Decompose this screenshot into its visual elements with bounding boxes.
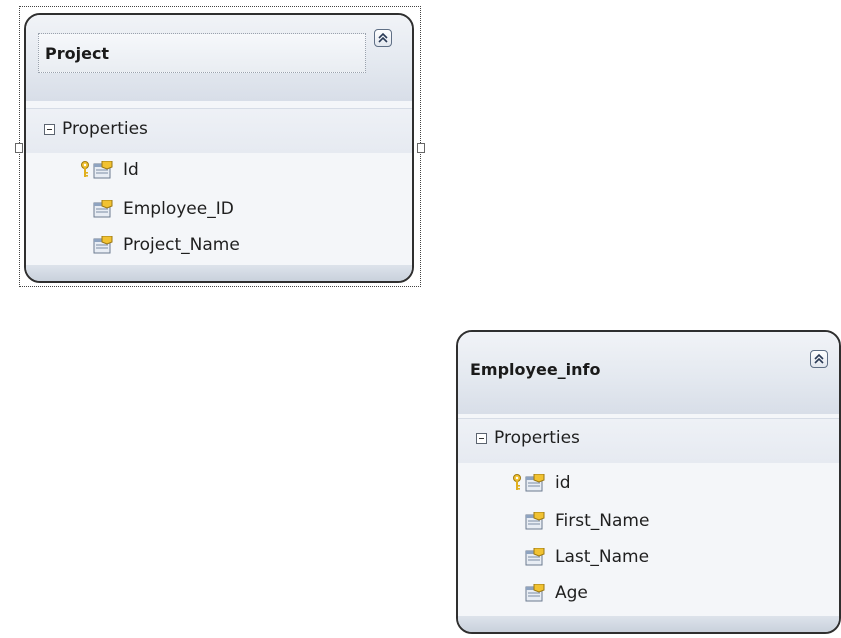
- minus-box-icon[interactable]: [44, 124, 55, 135]
- property-row[interactable]: Age: [525, 576, 588, 610]
- property-icon: [525, 584, 545, 602]
- property-row[interactable]: Employee_ID: [93, 192, 234, 226]
- property-name: Last_Name: [555, 547, 650, 567]
- property-row[interactable]: id: [512, 466, 571, 500]
- double-chevron-up-icon: [814, 353, 824, 364]
- property-icon: [525, 512, 545, 530]
- section-label: Properties: [494, 428, 580, 448]
- entity-title-box[interactable]: Employee_info: [470, 354, 601, 384]
- double-chevron-up-icon: [378, 32, 388, 43]
- key-icon: [513, 474, 521, 490]
- property-name: First_Name: [555, 511, 650, 531]
- entity-footer: [458, 616, 839, 632]
- property-row[interactable]: Project_Name: [93, 228, 240, 262]
- property-icon: [525, 474, 545, 492]
- entity-project[interactable]: Project Properties Id Employee_ID Projec…: [24, 13, 414, 283]
- property-name: Employee_ID: [123, 199, 234, 219]
- property-icon: [525, 548, 545, 566]
- minus-box-icon[interactable]: [476, 433, 487, 444]
- property-name: Id: [123, 160, 139, 180]
- key-icon: [81, 161, 89, 177]
- property-icon: [93, 161, 113, 179]
- collapse-button[interactable]: [374, 29, 392, 47]
- resize-handle-left[interactable]: [15, 143, 23, 153]
- property-name: Age: [555, 583, 588, 603]
- property-row[interactable]: Id: [80, 153, 139, 187]
- section-label: Properties: [62, 119, 148, 139]
- entity-employee-info[interactable]: Employee_info Properties id First_Name L…: [456, 330, 841, 634]
- property-row[interactable]: Last_Name: [525, 540, 649, 574]
- entity-title-box[interactable]: Project: [38, 33, 366, 73]
- property-name: id: [555, 473, 571, 493]
- property-row[interactable]: First_Name: [525, 504, 649, 538]
- property-icon: [93, 236, 113, 254]
- entity-title: Employee_info: [470, 359, 601, 379]
- property-name: Project_Name: [123, 235, 240, 255]
- entity-title: Project: [45, 43, 110, 63]
- collapse-button[interactable]: [810, 350, 828, 368]
- property-icon: [93, 200, 113, 218]
- entity-footer: [26, 265, 412, 281]
- resize-handle-right[interactable]: [417, 143, 425, 153]
